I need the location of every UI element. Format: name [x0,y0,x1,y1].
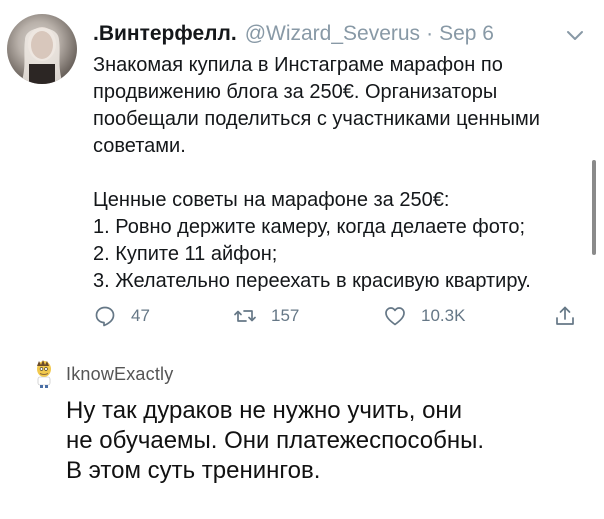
retweet-count: 157 [271,306,300,325]
share-button[interactable] [553,304,591,328]
user-avatar-icon[interactable] [32,360,54,388]
tweet-line: советами. [93,135,186,157]
separator-dot: · [426,22,434,45]
tweet-avatar[interactable] [7,14,77,84]
comment-line: не обучаемы. Они платежеспособны. [66,427,485,454]
tweet-list-item: 2. Купите 11 айфон; [93,243,278,265]
heart-icon [385,307,405,326]
retweet-icon [234,310,256,322]
tweet-line: продвижению блога за 250€. Организаторы [93,81,498,103]
scroll-indicator[interactable] [592,160,596,255]
comment-username[interactable]: IknowExactly [66,364,173,385]
tweet-list-item: 3. Желательно переехать в красивую кварт… [93,270,531,292]
comment-line: Ну так дураков не нужно учить, они [66,397,463,424]
tweet-date[interactable]: Sep 6 [439,22,494,46]
tweet: .Винтерфелл. @Wizard_Severus · Sep 6 Зна… [0,0,604,340]
display-name[interactable]: .Винтерфелл. [93,22,237,46]
reply-icon [95,306,115,327]
user-handle[interactable]: @Wizard_Severus [245,22,420,46]
chevron-down-icon[interactable] [564,24,586,46]
like-button[interactable]: 10.3K [383,304,465,328]
comment-line: В этом суть тренингов. [66,457,321,484]
like-count: 10.3K [421,306,466,325]
comment-text: Ну так дураков не нужно учить, они не об… [66,396,586,486]
reply-button[interactable]: 47 [93,304,150,328]
share-icon [556,306,574,325]
tweet-list-item: 1. Ровно держите камеру, когда делаете ф… [93,216,526,238]
retweet-button[interactable]: 157 [233,304,299,328]
tweet-line: пообещали поделиться с участниками ценны… [93,108,540,130]
reply-count: 47 [131,306,150,325]
tweet-list-title: Ценные советы на марафоне за 250€: [93,189,450,211]
tweet-header: .Винтерфелл. @Wizard_Severus · Sep 6 [93,20,494,48]
tweet-text: Знакомая купила в Инстаграме марафон по … [93,52,593,295]
tweet-line: Знакомая купила в Инстаграме марафон по [93,54,503,76]
avatar-portrait [21,27,63,84]
tweet-actions: 47 157 10.3K [93,304,593,334]
comment: IknowExactly Ну так дураков не нужно учи… [0,340,604,519]
